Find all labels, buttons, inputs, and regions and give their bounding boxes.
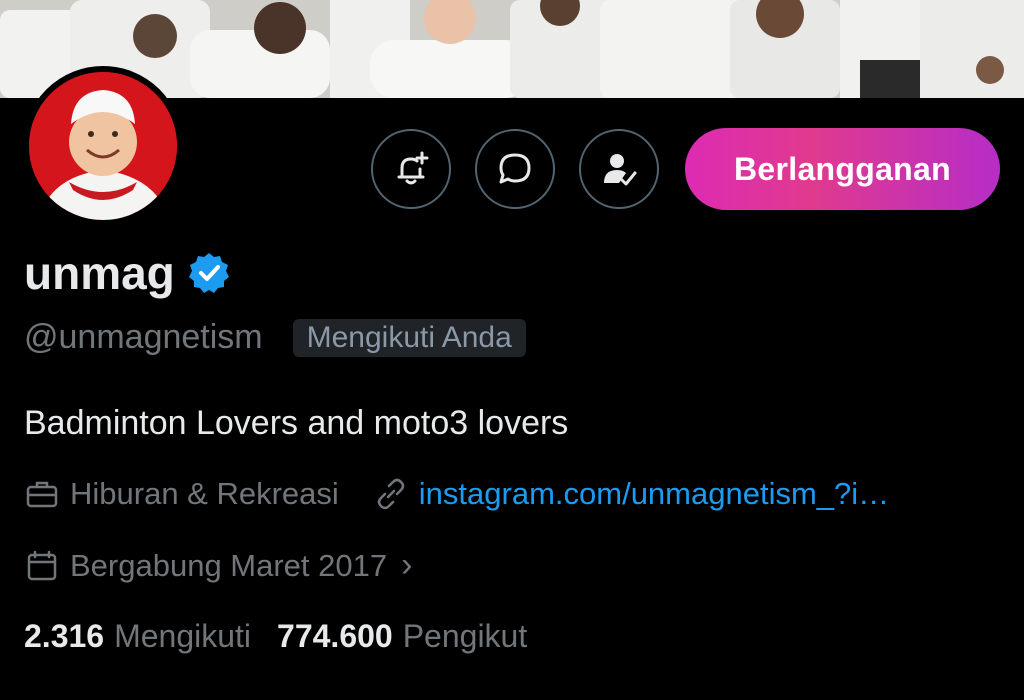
followers-count: 774.600 (277, 618, 393, 654)
verified-badge-icon[interactable] (187, 251, 231, 295)
profile-avatar[interactable] (23, 66, 183, 226)
followers-stat[interactable]: 774.600 Pengikut (277, 618, 527, 655)
following-stat[interactable]: 2.316 Mengikuti (24, 618, 251, 655)
calendar-icon (27, 550, 57, 580)
briefcase-icon (26, 481, 58, 508)
notifications-button[interactable] (371, 129, 451, 209)
link-icon (377, 478, 405, 510)
display-name-row: unmag (24, 246, 231, 300)
avatar-photo (29, 72, 177, 220)
display-name: unmag (24, 247, 175, 299)
follows-you-badge: Mengikuti Anda (292, 318, 526, 357)
profile-website-link[interactable]: instagram.com/unmagnetism_?i… (419, 476, 889, 512)
following-count: 2.316 (24, 618, 105, 654)
following-button[interactable] (579, 129, 659, 209)
profile-actions (371, 127, 683, 211)
subscribe-button[interactable]: Berlangganan (685, 128, 1000, 210)
message-button[interactable] (475, 129, 555, 209)
person-check-icon (604, 154, 637, 186)
followers-label: Pengikut (402, 618, 528, 654)
profile-meta-row: Hiburan & Rekreasi instagram.com/unmagne… (24, 476, 889, 512)
handle-row: @unmagnetism Mengikuti Anda (24, 318, 526, 357)
profile-category: Hiburan & Rekreasi (70, 476, 339, 511)
user-handle: @unmagnetism (24, 318, 263, 356)
following-label: Mengikuti (114, 618, 252, 654)
joined-date: Bergabung Maret 2017 (70, 547, 388, 583)
message-bubble-icon (499, 153, 531, 184)
profile-bio: Badminton Lovers and moto3 lovers (24, 404, 569, 442)
bell-plus-icon (397, 151, 429, 185)
chevron-right-icon: › (401, 546, 413, 584)
profile-joined-row[interactable]: Bergabung Maret 2017 › (24, 546, 412, 585)
profile-stats: 2.316 Mengikuti 774.600 Pengikut (24, 618, 553, 655)
